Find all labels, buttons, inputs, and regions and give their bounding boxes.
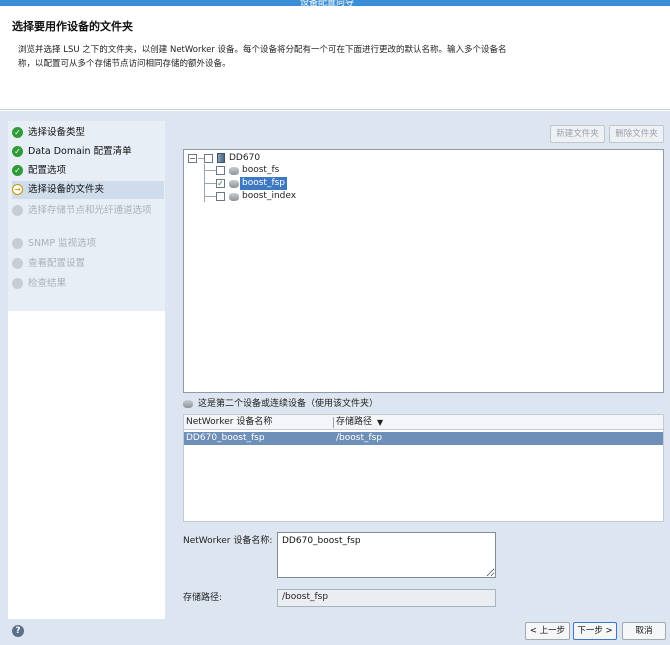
help-icon[interactable]: ?: [12, 625, 24, 637]
tree-node-boost-fs[interactable]: boost_fs: [204, 164, 324, 177]
folder-tree: − DD670 boost_fs ✓ boost_fsp boost_index: [183, 149, 664, 393]
cell-device-name: DD670_boost_fsp: [186, 433, 265, 443]
step-label: 检查结果: [28, 278, 67, 289]
disk-icon: [229, 167, 239, 175]
sort-down-icon[interactable]: ▼: [377, 415, 383, 430]
disk-icon: [183, 400, 193, 408]
page-description: 浏览并选择 LSU 之下的文件夹，以创建 NetWorker 设备。每个设备将分…: [18, 45, 507, 69]
device-name-input[interactable]: DD670_boost_fsp: [277, 532, 496, 578]
device-note-text: 这是第二个设备或连续设备（使用该文件夹）: [198, 399, 379, 409]
wizard-body: ✓ 选择设备类型 ✓ Data Domain 配置清单 ✓ 配置选项 → 选择设…: [0, 111, 670, 645]
check-circle-icon: ✓: [12, 165, 23, 176]
back-button[interactable]: < 上一步: [525, 622, 570, 640]
pending-circle-icon: [12, 238, 23, 249]
next-button[interactable]: 下一步 >: [573, 622, 617, 640]
tree-node-boost-fsp[interactable]: ✓ boost_fsp: [204, 177, 324, 190]
tree-node-label: boost_index: [242, 191, 297, 201]
step-select-folder[interactable]: → 选择设备的文件夹: [12, 181, 164, 199]
step-label: 查看配置设置: [28, 258, 86, 269]
column-header-device-name[interactable]: NetWorker 设备名称: [186, 415, 272, 430]
column-separator[interactable]: [333, 417, 334, 428]
arrow-circle-icon: →: [12, 184, 23, 195]
check-circle-icon: ✓: [12, 146, 23, 157]
step-snmp-options[interactable]: SNMP 监视选项: [12, 235, 164, 253]
step-label: Data Domain 配置清单: [28, 146, 132, 157]
pending-circle-icon: [12, 258, 23, 269]
step-label: SNMP 监视选项: [28, 238, 97, 249]
step-review-settings[interactable]: 查看配置设置: [12, 255, 164, 273]
step-label: 选择设备类型: [28, 127, 86, 138]
tree-node-label: boost_fs: [242, 165, 280, 175]
disk-icon: [229, 180, 239, 188]
step-label: 选择存储节点和光纤通道选项: [28, 205, 152, 216]
tree-connector: [204, 170, 216, 171]
tree-checkbox[interactable]: [216, 192, 225, 201]
pending-circle-icon: [12, 205, 23, 216]
tree-checkbox-checked[interactable]: ✓: [216, 179, 225, 188]
pending-circle-icon: [12, 278, 23, 289]
table-header: NetWorker 设备名称 存储路径 ▼: [184, 415, 663, 430]
step-storage-node-fc[interactable]: 选择存储节点和光纤通道选项: [12, 202, 164, 230]
step-label: 选择设备的文件夹: [28, 184, 105, 195]
device-table: NetWorker 设备名称 存储路径 ▼ DD670_boost_fsp /b…: [183, 414, 664, 522]
step-label: 配置选项: [28, 165, 67, 176]
delete-folder-button[interactable]: 删除文件夹: [609, 125, 664, 143]
tree-checkbox[interactable]: [216, 166, 225, 175]
step-select-device-type[interactable]: ✓ 选择设备类型: [12, 124, 164, 142]
step-check-results[interactable]: 检查结果: [12, 275, 164, 293]
storage-path-label: 存储路径:: [183, 593, 223, 603]
page-title: 选择要用作设备的文件夹: [12, 20, 133, 33]
server-icon: [217, 153, 225, 163]
tree-node-label-selected: boost_fsp: [240, 177, 288, 190]
tree-connector: [204, 196, 216, 197]
disk-icon: [229, 193, 239, 201]
device-name-label: NetWorker 设备名称:: [183, 536, 273, 546]
step-config-options[interactable]: ✓ 配置选项: [12, 162, 164, 180]
tree-connector: [204, 183, 216, 184]
step-data-domain-inventory[interactable]: ✓ Data Domain 配置清单: [12, 143, 164, 161]
storage-path-field: /boost_fsp: [277, 589, 496, 607]
tree-node-boost-index[interactable]: boost_index: [204, 190, 324, 203]
cancel-button[interactable]: 取消: [622, 622, 666, 640]
cell-storage-path: /boost_fsp: [336, 433, 383, 443]
new-folder-button[interactable]: 新建文件夹: [550, 125, 605, 143]
column-header-storage-path[interactable]: 存储路径: [336, 415, 372, 430]
tree-checkbox-root[interactable]: [204, 154, 213, 163]
wizard-header: 选择要用作设备的文件夹 浏览并选择 LSU 之下的文件夹，以创建 NetWork…: [0, 6, 670, 110]
table-row[interactable]: DD670_boost_fsp /boost_fsp: [184, 432, 663, 445]
collapse-icon[interactable]: −: [188, 154, 197, 163]
wizard-steps: ✓ 选择设备类型 ✓ Data Domain 配置清单 ✓ 配置选项 → 选择设…: [8, 121, 165, 619]
check-circle-icon: ✓: [12, 127, 23, 138]
